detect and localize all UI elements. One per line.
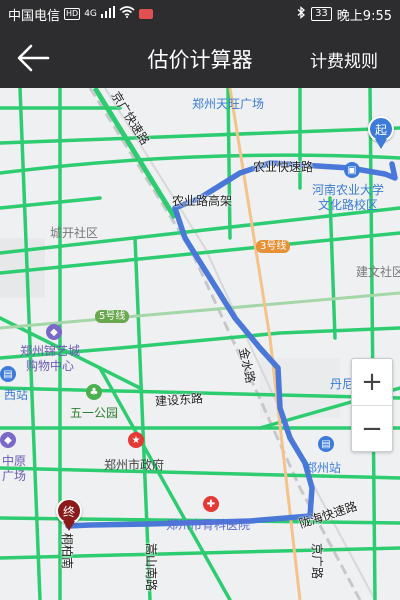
road-label-tongbai: 桐柏南	[60, 533, 74, 570]
park-icon: ♣	[86, 384, 102, 400]
road-label-jingguang: 京广路	[310, 543, 324, 580]
poi-zhengzhou-station[interactable]: 郑州站	[305, 459, 341, 476]
map-view[interactable]: 京广快速路 农业快速路 农业路高架 金水路 建设东路 陇海快速路 嵩山南路 桐柏…	[0, 88, 400, 600]
start-marker[interactable]: 起	[368, 116, 394, 149]
plaza-icon: ◆	[0, 432, 16, 448]
app-header: 估价计算器 计费规则	[0, 28, 400, 88]
pricing-rules-link[interactable]: 计费规则	[310, 47, 378, 72]
train-icon: ▤	[0, 366, 16, 382]
back-arrow-icon	[17, 44, 50, 72]
zoom-out-button[interactable]: −	[352, 406, 392, 452]
poi-jinyi-city[interactable]: 郑州锦艺城 购物中心	[20, 344, 80, 374]
road-label-songshan-south: 嵩山南路	[144, 543, 158, 592]
signal-icon	[100, 6, 115, 22]
carrier-label: 中国电信	[8, 8, 61, 24]
road-label-nongye-elevated: 农业路高架	[172, 194, 233, 208]
zoom-control: + −	[351, 358, 393, 452]
poi-west-station[interactable]: 西站	[4, 386, 28, 403]
status-bar: 中国电信 HD 4G 33 晚上9:55	[0, 0, 400, 28]
metro-line-5-label: 5号线	[95, 310, 130, 323]
poi-wuyi-park[interactable]: 五一公园	[70, 404, 118, 421]
back-button[interactable]	[16, 42, 52, 74]
road-label-jianshe-east: 建设东路	[154, 391, 204, 409]
network-type: 4G	[84, 9, 97, 19]
metro-line-3-label: 3号线	[256, 240, 291, 253]
poi-tianwang-plaza[interactable]: 郑州天旺广场	[192, 95, 264, 112]
hospital-icon: ✚	[203, 496, 219, 512]
government-icon: ★	[128, 432, 144, 448]
road-label-nongye-expressway: 农业快速路	[253, 160, 314, 174]
poi-zhongyuan-plaza[interactable]: 中原 广场	[2, 454, 26, 484]
poi-jianwen-community[interactable]: 建文社区	[356, 263, 400, 280]
end-marker[interactable]: 终	[56, 498, 82, 531]
poi-bone-hospital[interactable]: 郑州市骨科医院	[166, 516, 250, 533]
station-icon: ▤	[318, 436, 334, 452]
wifi-icon	[119, 6, 135, 22]
zoom-in-button[interactable]: +	[352, 359, 392, 405]
school-icon: ▣	[344, 162, 360, 178]
battery-icon: 33	[311, 7, 332, 21]
poi-chengkai-community[interactable]: 城开社区	[50, 224, 98, 241]
poi-city-government[interactable]: 郑州市政府	[104, 456, 164, 473]
hd-icon: HD	[64, 8, 81, 20]
bluetooth-icon	[297, 5, 306, 23]
poi-henan-agri-univ[interactable]: 河南农业大学 文化路校区	[312, 183, 384, 213]
notification-icon	[138, 9, 153, 19]
clock: 晚上9:55	[336, 8, 392, 24]
shopping-icon: ◆	[46, 324, 62, 340]
